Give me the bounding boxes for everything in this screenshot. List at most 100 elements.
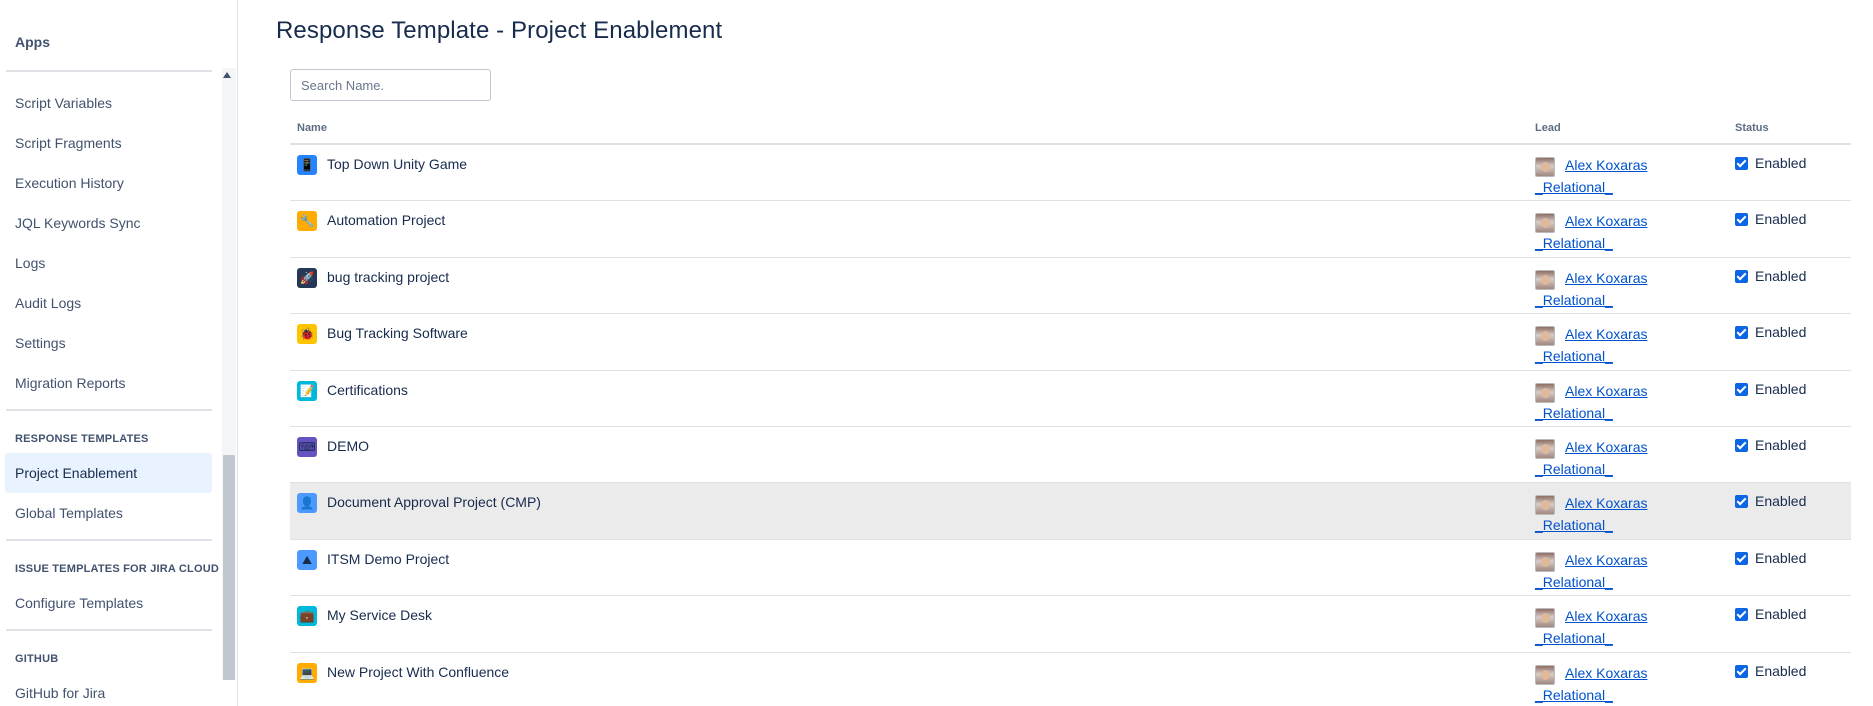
status-label: Enabled	[1755, 436, 1807, 453]
lead-link-suffix[interactable]: _Relational_	[1535, 461, 1613, 477]
column-header-status[interactable]: Status	[1735, 122, 1769, 134]
lead-link-suffix[interactable]: _Relational_	[1535, 235, 1613, 251]
sidebar-item-jql-keywords-sync[interactable]: JQL Keywords Sync	[5, 203, 212, 243]
person-icon: 👤	[297, 493, 317, 514]
sidebar-item-execution-history[interactable]: Execution History	[5, 163, 212, 203]
avatar	[1535, 213, 1555, 234]
table-row[interactable]: ⌨ DEMO Alex Koxaras _Relational_ Enabled	[290, 427, 1851, 484]
sidebar-item-migration-reports[interactable]: Migration Reports	[5, 363, 212, 403]
enabled-checkbox[interactable]	[1735, 495, 1748, 509]
bug-icon: 🐞	[297, 324, 317, 345]
sidebar-item-audit-logs[interactable]: Audit Logs	[5, 283, 212, 323]
lead-link[interactable]: Alex Koxaras	[1565, 608, 1647, 624]
project-name[interactable]: Document Approval Project (CMP)	[327, 494, 541, 510]
lead-link[interactable]: Alex Koxaras	[1565, 326, 1647, 342]
lead-link-suffix[interactable]: _Relational_	[1535, 292, 1613, 308]
mountain-icon: ⛰	[297, 549, 317, 570]
status-label: Enabled	[1755, 549, 1807, 566]
sidebar: Apps Script Variables Script Fragments E…	[0, 0, 238, 706]
sidebar-item-settings[interactable]: Settings	[5, 323, 212, 363]
lead-link[interactable]: Alex Koxaras	[1565, 665, 1647, 681]
enabled-checkbox[interactable]	[1735, 664, 1748, 678]
avatar	[1535, 664, 1555, 685]
status-label: Enabled	[1755, 662, 1807, 679]
enabled-checkbox[interactable]	[1735, 269, 1748, 283]
lead-link[interactable]: Alex Koxaras	[1565, 439, 1647, 455]
table-row[interactable]: 🔧 Automation Project Alex Koxaras _Relat…	[290, 201, 1851, 258]
lead-link[interactable]: Alex Koxaras	[1565, 213, 1647, 229]
table-row[interactable]: ⛰ ITSM Demo Project Alex Koxaras _Relati…	[290, 540, 1851, 597]
sidebar-item-global-templates[interactable]: Global Templates	[5, 493, 212, 533]
project-name[interactable]: DEMO	[327, 438, 369, 454]
project-name[interactable]: Bug Tracking Software	[327, 325, 468, 341]
status-label: Enabled	[1755, 380, 1807, 397]
avatar	[1535, 608, 1555, 629]
project-name[interactable]: ITSM Demo Project	[327, 551, 449, 567]
lead-link-suffix[interactable]: _Relational_	[1535, 517, 1613, 533]
lead-link-suffix[interactable]: _Relational_	[1535, 348, 1613, 364]
lead-link-suffix[interactable]: _Relational_	[1535, 574, 1613, 590]
sidebar-item-script-fragments[interactable]: Script Fragments	[5, 123, 212, 163]
column-header-lead[interactable]: Lead	[1535, 122, 1561, 134]
search-input[interactable]	[290, 69, 491, 101]
sidebar-heading-github: GITHUB	[15, 653, 59, 665]
page-title: Response Template - Project Enablement	[276, 17, 723, 44]
table-row[interactable]: 🚀 bug tracking project Alex Koxaras _Rel…	[290, 258, 1851, 315]
table-row[interactable]: 📱 Top Down Unity Game Alex Koxaras _Rela…	[290, 145, 1851, 202]
column-header-name[interactable]: Name	[297, 122, 327, 134]
project-name[interactable]: Automation Project	[327, 212, 445, 228]
enabled-checkbox[interactable]	[1735, 608, 1748, 622]
lead-link[interactable]: Alex Koxaras	[1565, 552, 1647, 568]
sidebar-heading-issue-templates: ISSUE TEMPLATES FOR JIRA CLOUD	[15, 563, 220, 575]
enabled-checkbox[interactable]	[1735, 438, 1748, 452]
project-name[interactable]: New Project With Confluence	[327, 664, 509, 680]
lead-link-suffix[interactable]: _Relational_	[1535, 630, 1613, 646]
desk-icon: 💼	[297, 606, 317, 627]
sidebar-item-logs[interactable]: Logs	[5, 243, 212, 283]
avatar	[1535, 157, 1555, 177]
enabled-checkbox[interactable]	[1735, 157, 1748, 170]
enabled-checkbox[interactable]	[1735, 326, 1748, 340]
phone-icon: 📱	[297, 155, 317, 175]
notepad-icon: 📝	[297, 380, 317, 401]
scroll-up-arrow-icon[interactable]	[223, 72, 231, 78]
table-row[interactable]: 💻 New Project With Confluence Alex Koxar…	[290, 653, 1851, 706]
lead-link[interactable]: Alex Koxaras	[1565, 157, 1647, 173]
status-cell: Enabled	[1735, 155, 1806, 171]
table-row[interactable]: 🐞 Bug Tracking Software Alex Koxaras _Re…	[290, 314, 1851, 371]
lead-link-suffix[interactable]: _Relational_	[1535, 405, 1613, 421]
sidebar-heading-response-templates: RESPONSE TEMPLATES	[15, 433, 149, 445]
lead-link[interactable]: Alex Koxaras	[1565, 495, 1647, 511]
status-label: Enabled	[1755, 155, 1807, 171]
sidebar-scrollbar-thumb[interactable]	[223, 455, 235, 680]
lead-link-suffix[interactable]: _Relational_	[1535, 179, 1613, 195]
avatar	[1535, 438, 1555, 459]
sidebar-item-project-enablement[interactable]: Project Enablement	[5, 453, 212, 493]
sidebar-item-script-variables[interactable]: Script Variables	[5, 83, 212, 123]
enabled-checkbox[interactable]	[1735, 551, 1748, 565]
project-name[interactable]: bug tracking project	[327, 269, 449, 285]
status-label: Enabled	[1755, 267, 1807, 284]
status-cell: Enabled	[1735, 493, 1806, 509]
enabled-checkbox[interactable]	[1735, 213, 1748, 227]
project-name[interactable]: Certifications	[327, 382, 408, 398]
wrench-icon: 🔧	[297, 211, 317, 232]
table-row[interactable]: 💼 My Service Desk Alex Koxaras _Relation…	[290, 596, 1851, 653]
status-cell: Enabled	[1735, 550, 1806, 566]
project-name[interactable]: Top Down Unity Game	[327, 156, 467, 172]
sidebar-divider	[6, 539, 212, 541]
sidebar-item-github-for-jira[interactable]: GitHub for Jira	[5, 673, 212, 706]
status-cell: Enabled	[1735, 437, 1806, 453]
table-header: Name Lead Status	[290, 118, 1851, 145]
table-row[interactable]: 📝 Certifications Alex Koxaras _Relationa…	[290, 371, 1851, 427]
status-label: Enabled	[1755, 324, 1807, 341]
enabled-checkbox[interactable]	[1735, 382, 1748, 396]
lead-link-suffix[interactable]: _Relational_	[1535, 687, 1613, 703]
sidebar-item-configure-templates[interactable]: Configure Templates	[5, 583, 212, 623]
status-cell: Enabled	[1735, 211, 1806, 227]
table-row[interactable]: 👤 Document Approval Project (CMP) Alex K…	[290, 483, 1851, 540]
table-body: 📱 Top Down Unity Game Alex Koxaras _Rela…	[290, 145, 1851, 706]
lead-link[interactable]: Alex Koxaras	[1565, 270, 1647, 286]
lead-link[interactable]: Alex Koxaras	[1565, 383, 1647, 399]
project-name[interactable]: My Service Desk	[327, 607, 432, 623]
